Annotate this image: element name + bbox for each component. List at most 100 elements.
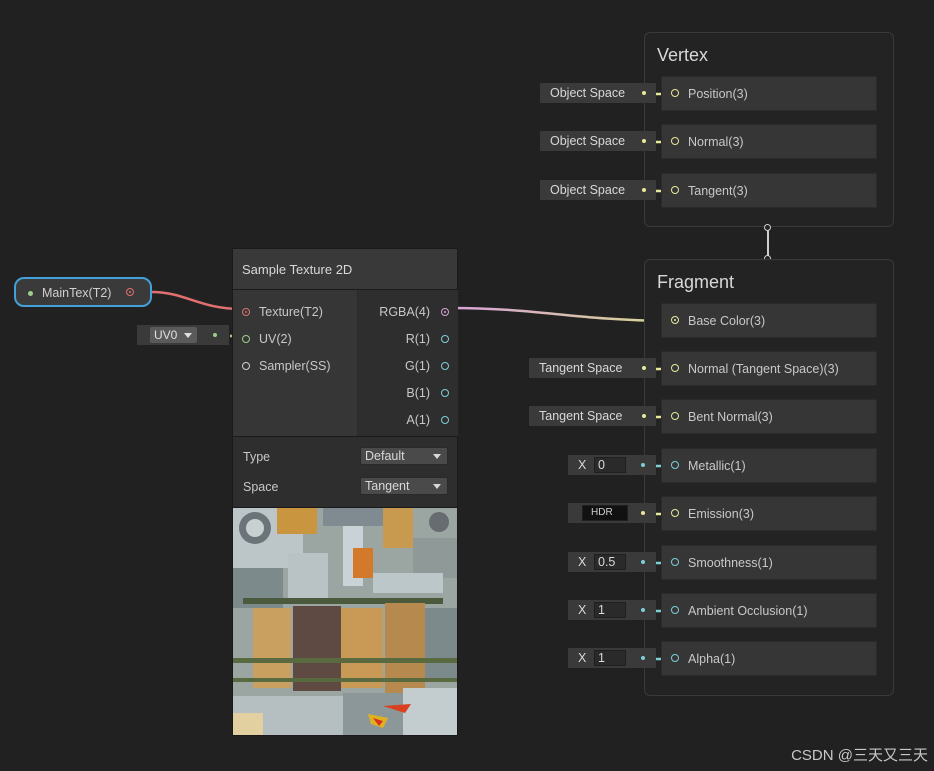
node-outputs: RGBA(4) R(1) G(1) B(1) A(1) xyxy=(358,290,458,436)
normal-space-input[interactable]: Object Space xyxy=(540,131,656,151)
normal-port[interactable] xyxy=(671,137,679,145)
fragment-slot-base-color[interactable]: Base Color(3) xyxy=(661,303,877,338)
fragment-block-title: Fragment xyxy=(657,272,735,292)
alpha-input[interactable]: X 1 xyxy=(568,648,656,668)
fragment-slot-normal[interactable]: Normal (Tangent Space)(3) xyxy=(661,351,877,386)
normal-tangent-space-input[interactable]: Tangent Space xyxy=(529,358,656,378)
fragment-slot-emission[interactable]: Emission(3) xyxy=(661,496,877,531)
slot-label: Alpha(1) xyxy=(688,652,736,666)
setting-label: Space xyxy=(243,480,279,494)
input-dot xyxy=(641,656,645,660)
vertex-output-handle[interactable] xyxy=(764,224,771,231)
vertex-slot-tangent[interactable]: Tangent(3) xyxy=(661,173,877,208)
output-g[interactable]: G(1) xyxy=(358,356,458,376)
a-output-port[interactable] xyxy=(441,416,449,424)
input-dot xyxy=(642,139,646,143)
texture-input-port[interactable] xyxy=(242,308,250,316)
metallic-input[interactable]: X 0 xyxy=(568,455,656,475)
slot-label: Bent Normal(3) xyxy=(688,410,773,424)
bent-normal-port[interactable] xyxy=(671,412,679,420)
x-label: X xyxy=(578,651,587,665)
uv-channel-dropdown[interactable]: UV0 xyxy=(150,327,197,343)
input-label: Texture(T2) xyxy=(259,305,323,319)
input-dot xyxy=(642,188,646,192)
fragment-slot-bent-normal[interactable]: Bent Normal(3) xyxy=(661,399,877,434)
space-dropdown[interactable]: Tangent xyxy=(360,477,448,495)
metallic-value-field[interactable]: 0 xyxy=(594,457,626,473)
slot-label: Smoothness(1) xyxy=(688,556,773,570)
output-label: RGBA(4) xyxy=(379,305,430,319)
property-node-label: MainTex(T2) xyxy=(42,286,112,300)
input-dot xyxy=(641,560,645,564)
texture-preview-image xyxy=(233,508,457,735)
field-value: 0 xyxy=(598,458,605,472)
ao-value-field[interactable]: 1 xyxy=(594,602,626,618)
smoothness-value-field[interactable]: 0.5 xyxy=(594,554,626,570)
field-value: 1 xyxy=(598,651,605,665)
uv-output-dot[interactable] xyxy=(213,333,217,337)
wire-rgba-to-basecolor xyxy=(448,306,671,323)
space-value: Object Space xyxy=(550,183,626,197)
setting-type: Type Default xyxy=(233,445,457,469)
space-value: Object Space xyxy=(550,134,626,148)
fragment-slot-ambient-occlusion[interactable]: Ambient Occlusion(1) xyxy=(661,593,877,628)
input-dot xyxy=(641,463,645,467)
hdr-color-field[interactable]: HDR xyxy=(582,505,628,521)
slot-label: Normal (Tangent Space)(3) xyxy=(688,362,839,376)
rgba-output-port[interactable] xyxy=(441,308,449,316)
output-r[interactable]: R(1) xyxy=(358,329,458,349)
tangent-port[interactable] xyxy=(671,186,679,194)
input-dot xyxy=(641,608,645,612)
output-label: R(1) xyxy=(405,332,430,346)
output-label: G(1) xyxy=(405,359,430,373)
fragment-slot-smoothness[interactable]: Smoothness(1) xyxy=(661,545,877,580)
emission-input[interactable]: HDR xyxy=(568,503,656,523)
sample-texture-2d-node[interactable]: Sample Texture 2D Texture(T2) UV(2) Samp… xyxy=(232,248,458,736)
output-b[interactable]: B(1) xyxy=(358,383,458,403)
vertex-slot-position[interactable]: Position(3) xyxy=(661,76,877,111)
type-dropdown[interactable]: Default xyxy=(360,447,448,465)
input-dot xyxy=(642,91,646,95)
sampler-input-port[interactable] xyxy=(242,362,250,370)
fragment-slot-metallic[interactable]: Metallic(1) xyxy=(661,448,877,483)
normal-port[interactable] xyxy=(671,364,679,372)
position-space-input[interactable]: Object Space xyxy=(540,83,656,103)
g-output-port[interactable] xyxy=(441,362,449,370)
node-inputs: Texture(T2) UV(2) Sampler(SS) xyxy=(233,290,357,436)
maintex-property-node[interactable]: MainTex(T2) xyxy=(14,277,152,307)
maintex-output-port[interactable] xyxy=(126,288,134,296)
b-output-port[interactable] xyxy=(441,389,449,397)
ambient-occlusion-input[interactable]: X 1 xyxy=(568,600,656,620)
position-port[interactable] xyxy=(671,89,679,97)
r-output-port[interactable] xyxy=(441,335,449,343)
field-value: HDR xyxy=(591,507,613,518)
wire-maintex-to-texture xyxy=(151,290,242,311)
node-header[interactable]: Sample Texture 2D xyxy=(233,249,457,290)
uv-input-port[interactable] xyxy=(242,335,250,343)
output-a[interactable]: A(1) xyxy=(358,410,458,430)
dropdown-value: Default xyxy=(365,449,405,463)
smoothness-port[interactable] xyxy=(671,558,679,566)
ao-port[interactable] xyxy=(671,606,679,614)
slot-label: Ambient Occlusion(1) xyxy=(688,604,808,618)
field-value: 1 xyxy=(598,603,605,617)
output-label: A(1) xyxy=(406,413,430,427)
watermark: CSDN @三天又三天 xyxy=(791,747,928,764)
alpha-port[interactable] xyxy=(671,654,679,662)
base-color-port[interactable] xyxy=(671,316,679,324)
chevron-down-icon xyxy=(433,484,441,489)
smoothness-input[interactable]: X 0.5 xyxy=(568,552,656,572)
x-label: X xyxy=(578,555,587,569)
alpha-value-field[interactable]: 1 xyxy=(594,650,626,666)
metallic-port[interactable] xyxy=(671,461,679,469)
tangent-space-input[interactable]: Object Space xyxy=(540,180,656,200)
x-label: X xyxy=(578,603,587,617)
node-settings: Type Default Space Tangent xyxy=(233,437,457,508)
vertex-slot-normal[interactable]: Normal(3) xyxy=(661,124,877,159)
bent-normal-space-input[interactable]: Tangent Space xyxy=(529,406,656,426)
output-rgba[interactable]: RGBA(4) xyxy=(358,302,458,322)
uv-channel-value: UV0 xyxy=(154,328,178,342)
emission-port[interactable] xyxy=(671,509,679,517)
fragment-slot-alpha[interactable]: Alpha(1) xyxy=(661,641,877,676)
property-dot-icon xyxy=(28,291,33,296)
